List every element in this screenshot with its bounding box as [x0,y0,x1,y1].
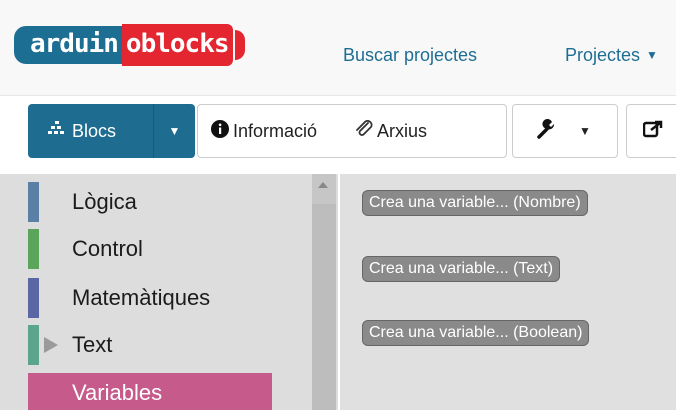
nav-projects-dropdown[interactable]: Projectes ▼ [565,44,658,66]
toolbox-category-variables[interactable]: Variables [28,373,272,410]
create-variable-number-button[interactable]: Crea una variable... (Nombre) [362,190,588,216]
category-color-swatch [28,325,39,365]
caret-down-icon[interactable]: ▼ [154,124,195,138]
tools-dropdown-button[interactable]: ▼ [512,104,618,158]
arduinoblocks-logo[interactable]: arduin oblocks [14,24,245,66]
category-color-swatch [28,182,39,222]
caret-down-icon: ▼ [646,48,658,62]
toolbox-category-control[interactable]: Control [28,229,272,269]
top-navbar: arduin oblocks Buscar projectes Projecte… [0,0,676,96]
toolbox-category-text[interactable]: Text [28,325,272,365]
wrench-icon [537,118,557,144]
toolbox-category-math[interactable]: Matemàtiques [28,278,272,318]
files-button[interactable]: Arxius [317,105,427,157]
files-button-label: Arxius [377,120,428,141]
category-label: Control [72,236,143,261]
category-label: Text [72,332,113,357]
blocks-dropdown-button[interactable]: Blocs ▼ [28,104,195,158]
blocks-grid-icon [48,120,66,142]
toolbox-category-logic[interactable]: Lògica [28,182,272,222]
category-color-swatch [28,229,39,269]
logo-left-cap [14,26,28,64]
blockly-workspace: Lògica Control Matemàtiques Text Variabl… [0,174,676,410]
nav-projects-label: Projectes [565,45,641,65]
nav-search-projects-link[interactable]: Buscar projectes [343,44,477,66]
category-color-swatch [28,373,39,410]
scrollbar-thumb[interactable] [312,204,336,410]
category-label: Variables [72,380,163,405]
logo-text-arduin: arduin [28,26,122,64]
logo-right-tail [234,30,245,60]
share-icon [642,120,663,143]
nav-search-projects-label: Buscar projectes [343,45,478,65]
blocks-button[interactable]: Blocs [28,104,154,158]
toolbox-scrollbar[interactable] [312,174,336,410]
info-button-label: Informació [233,120,318,141]
info-circle-icon [211,119,229,143]
blocks-button-label: Blocs [72,120,117,141]
scroll-up-arrow-icon[interactable] [318,182,328,188]
share-button[interactable] [626,104,676,158]
variables-flyout: Crea una variable... (Nombre) Crea una v… [340,174,676,410]
expand-arrow-icon[interactable] [44,337,58,353]
caret-down-icon: ▼ [579,124,591,138]
info-button[interactable]: Informació [198,105,317,157]
paperclip-icon [354,119,374,143]
editor-toolbar: Blocs ▼ Informació Arxius ▼ [0,96,676,174]
block-toolbox: Lògica Control Matemàtiques Text Variabl… [0,174,338,410]
logo-text-oblocks: oblocks [121,24,233,66]
category-label: Lògica [72,189,137,214]
category-label: Matemàtiques [72,285,211,310]
create-variable-boolean-button[interactable]: Crea una variable... (Boolean) [362,320,590,346]
info-files-button-group: Informació Arxius [197,104,507,158]
create-variable-text-button[interactable]: Crea una variable... (Text) [362,256,561,282]
category-color-swatch [28,278,39,318]
